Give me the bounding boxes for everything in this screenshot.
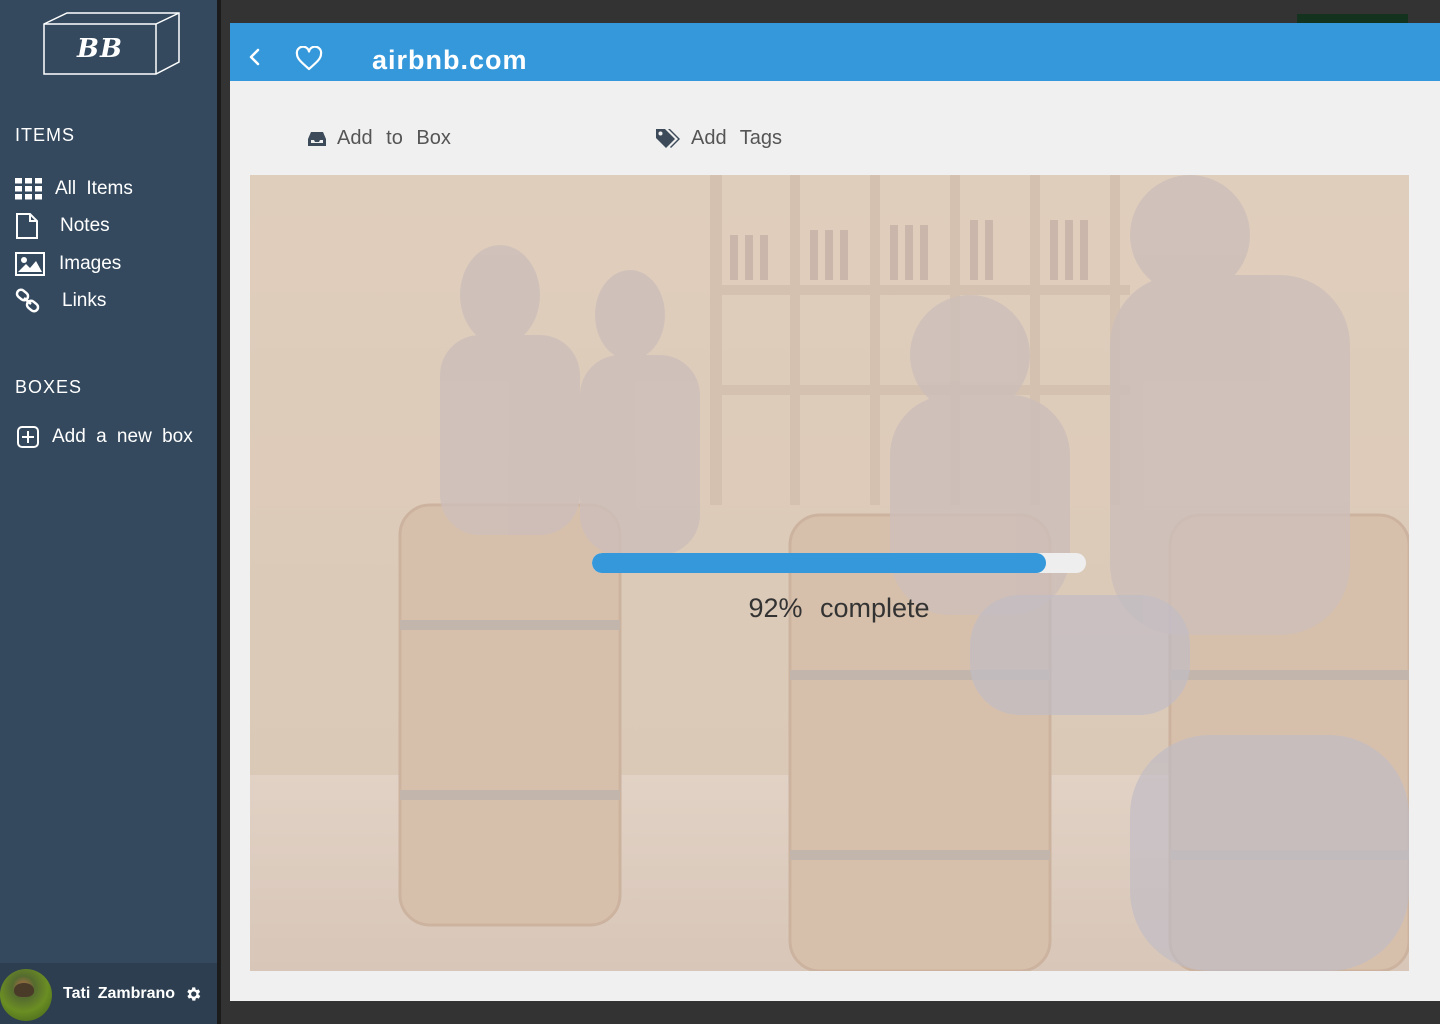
user-name: Tati Zambrano (63, 985, 176, 1002)
sidebar-divider (217, 0, 221, 1024)
sidebar-item-label: Images (59, 253, 122, 274)
add-tags-label: Add Tags (691, 127, 783, 149)
app-logo[interactable]: BB (43, 12, 180, 76)
gear-icon[interactable] (184, 985, 202, 1003)
heart-icon (295, 45, 323, 71)
avatar[interactable] (0, 969, 52, 1021)
sidebar: BB ITEMS All Items Notes Images Links BO… (0, 0, 217, 1024)
logo-text: BB (77, 34, 123, 64)
inbox-icon (307, 130, 327, 148)
user-bar: Tati Zambrano (0, 963, 217, 1024)
document-icon (15, 211, 45, 241)
sidebar-item-label: Links (62, 290, 107, 311)
plus-square-icon (17, 422, 47, 452)
page-preview-image: 92% complete (250, 175, 1409, 971)
progress-bar (592, 553, 1086, 573)
preview-illustration (250, 175, 1409, 971)
boxes-section-title: BOXES (15, 377, 83, 397)
progress-bar-fill (592, 553, 1047, 573)
add-to-box-label: Add to Box (337, 127, 451, 149)
tags-icon (655, 128, 681, 150)
sidebar-item-label: Notes (60, 215, 110, 236)
sidebar-item-links[interactable]: Links (15, 286, 106, 316)
add-to-box-button[interactable]: Add to Box (307, 127, 451, 150)
add-box-label: Add a new box (52, 426, 193, 447)
image-icon (15, 249, 45, 279)
sidebar-item-all-items[interactable]: All Items (15, 174, 133, 204)
header-bar: airbnb.com (230, 23, 1440, 81)
favorite-button[interactable] (295, 45, 323, 72)
grid-icon (15, 174, 45, 204)
progress-label: 92% complete (748, 593, 930, 623)
add-box-button[interactable]: Add a new box (17, 422, 193, 452)
sidebar-item-notes[interactable]: Notes (15, 211, 110, 241)
add-tags-button[interactable]: Add Tags (655, 127, 782, 150)
items-section-title: ITEMS (15, 125, 76, 145)
back-button[interactable] (242, 45, 266, 69)
sidebar-item-images[interactable]: Images (15, 249, 121, 279)
main-panel: airbnb.com Add to Box Add Tags 92% compl… (230, 23, 1440, 1001)
chevron-left-icon (249, 48, 260, 66)
top-strip-accent (1297, 14, 1408, 23)
link-icon (15, 286, 45, 316)
sidebar-item-label: All Items (55, 178, 133, 199)
bottom-strip (221, 1001, 1440, 1024)
page-title: airbnb.com (372, 45, 528, 75)
